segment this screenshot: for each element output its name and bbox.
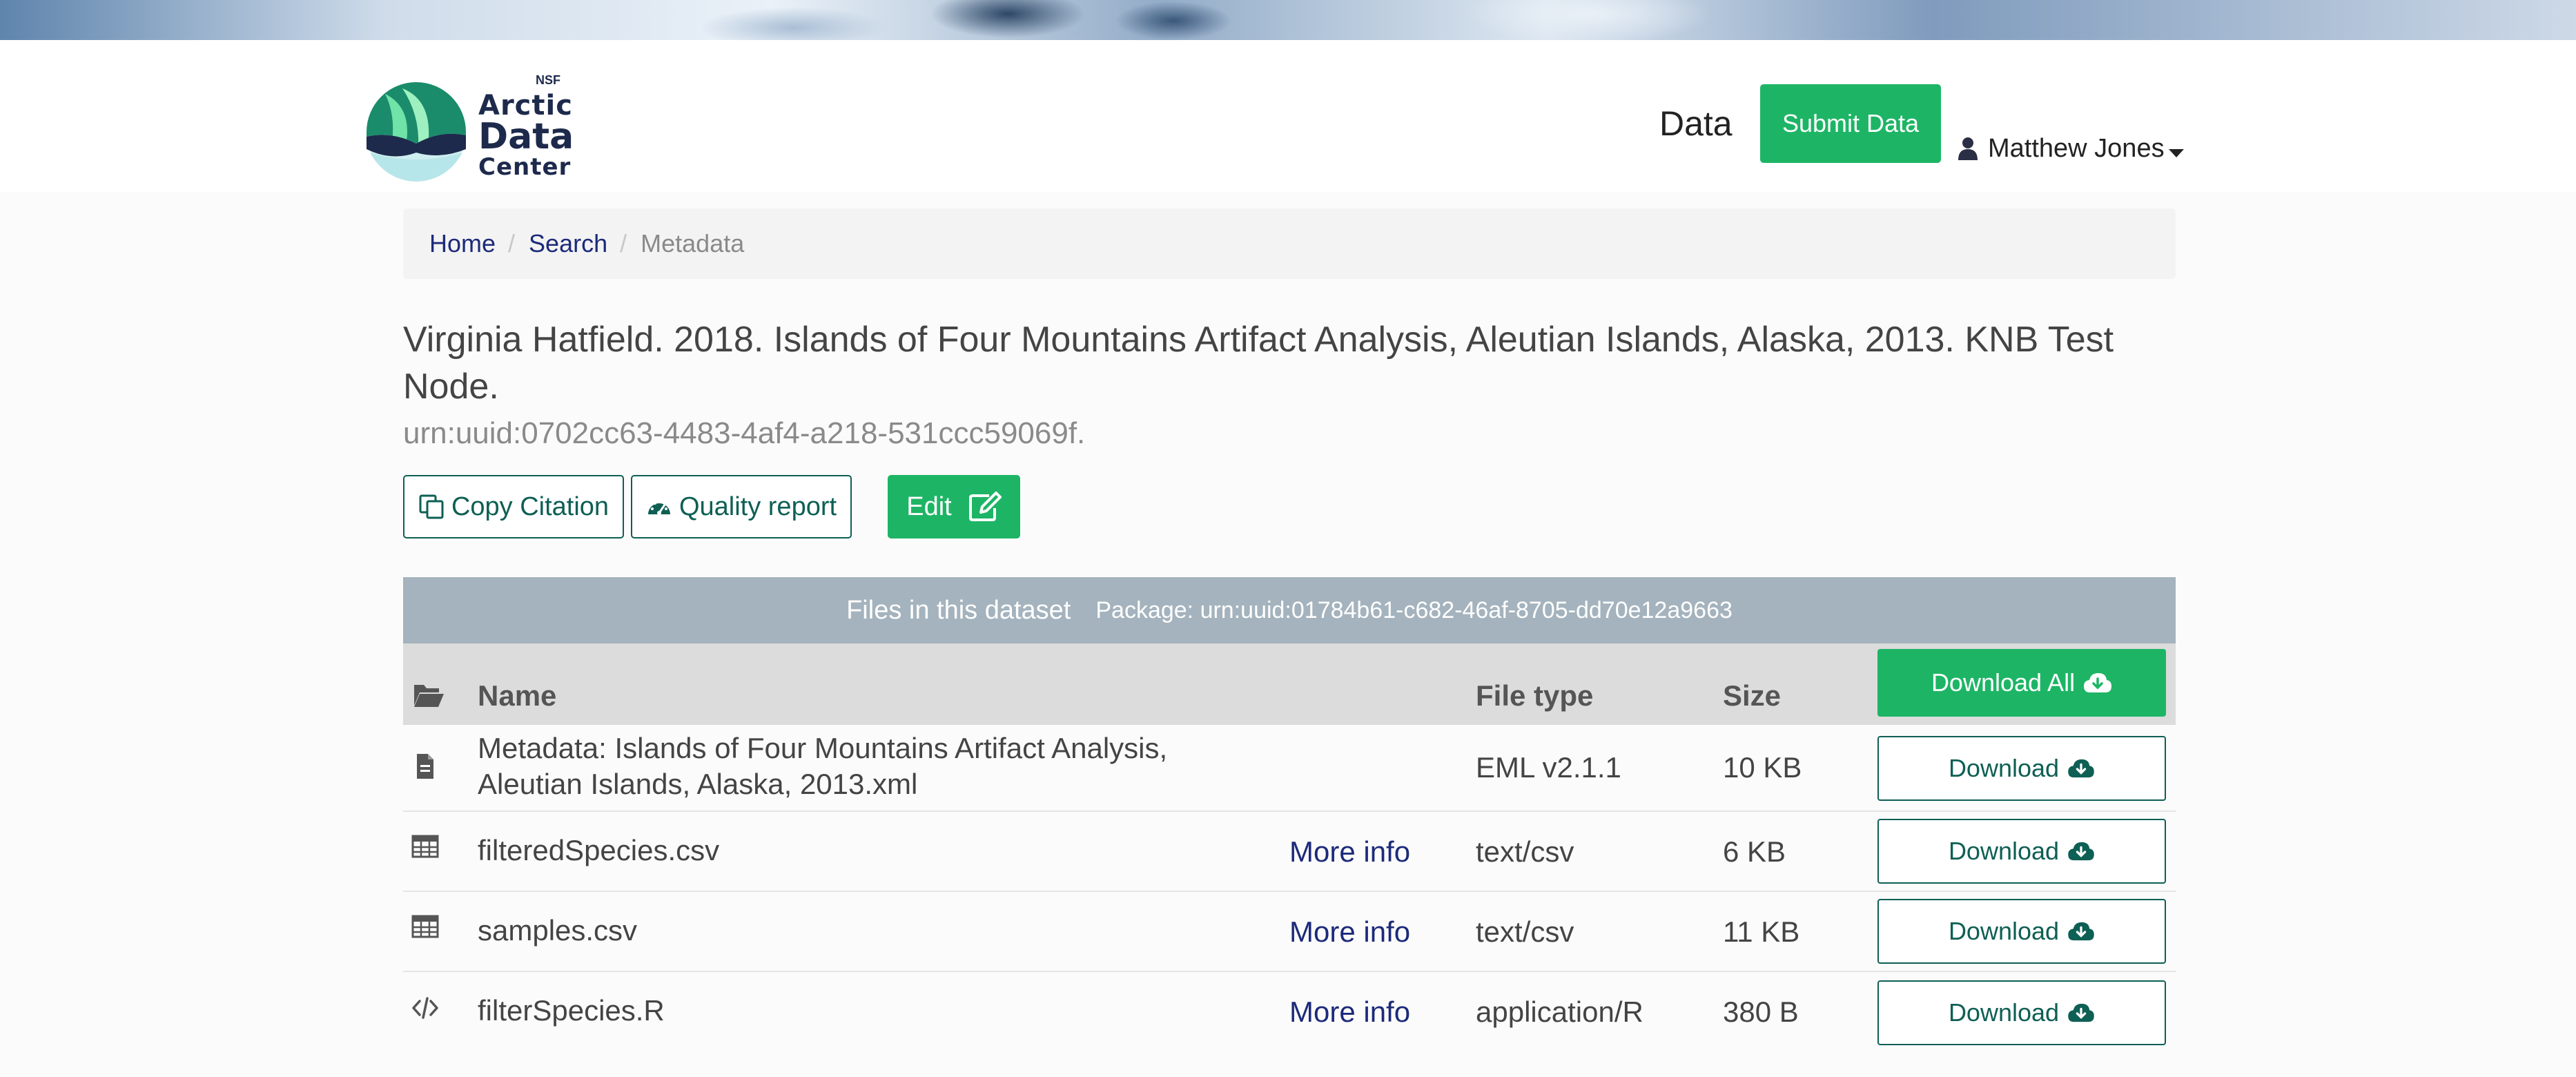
table-row: Metadata: Islands of Four Mountains Arti… (403, 725, 2176, 812)
submit-data-button[interactable]: Submit Data (1760, 84, 1941, 163)
file-type: EML v2.1.1 (1476, 751, 1621, 784)
cloud-download-icon (2068, 922, 2094, 941)
file-name[interactable]: Metadata: Islands of Four Mountains Arti… (478, 730, 1237, 802)
breadcrumb-separator: / (508, 229, 516, 258)
file-name[interactable]: filteredSpecies.csv (478, 833, 719, 869)
user-menu[interactable]: Matthew Jones (1958, 131, 2184, 166)
cloud-download-icon (2084, 673, 2112, 692)
quality-report-label: Quality report (679, 492, 837, 521)
file-type: application/R (1476, 996, 1643, 1028)
table-row: filterSpecies.R More info application/R … (403, 972, 2176, 1054)
table-icon (411, 835, 439, 858)
file-type: text/csv (1476, 915, 1574, 948)
table-row: samples.csv More info text/csv 11 KB Dow… (403, 892, 2176, 972)
download-button[interactable]: Download (1877, 819, 2166, 884)
more-info-link[interactable]: More info (1289, 915, 1410, 949)
file-size: 11 KB (1723, 915, 1800, 948)
files-title: Files in this dataset (846, 595, 1071, 625)
download-label: Download (1948, 754, 2060, 782)
download-button[interactable]: Download (1877, 736, 2166, 801)
file-type: text/csv (1476, 835, 1574, 868)
files-table-header: Files in this dataset Package: urn:uuid:… (403, 577, 2176, 643)
more-info-link[interactable]: More info (1289, 996, 1410, 1029)
edit-button[interactable]: Edit (888, 475, 1020, 538)
file-size: 380 B (1723, 996, 1799, 1028)
copy-citation-button[interactable]: Copy Citation (403, 475, 624, 538)
cloud-download-icon (2068, 759, 2094, 778)
cloud-download-icon (2068, 1003, 2094, 1022)
file-size: 10 KB (1723, 751, 1802, 784)
copy-citation-label: Copy Citation (451, 492, 609, 521)
breadcrumb-home[interactable]: Home (429, 229, 496, 258)
download-all-button[interactable]: Download All (1877, 649, 2166, 717)
breadcrumb-search[interactable]: Search (529, 229, 607, 258)
dashboard-gauge-icon (647, 500, 670, 515)
edit-pencil-icon (968, 492, 1002, 521)
logo-mark-icon (367, 82, 466, 182)
download-label: Download (1948, 917, 2060, 945)
column-header-name: Name (478, 679, 557, 712)
logo-nsf-text: NSF (536, 73, 560, 87)
copy-icon (419, 494, 444, 519)
folder-open-icon (414, 685, 444, 707)
column-header-file-type: File type (1476, 679, 1594, 712)
package-identifier: Package: urn:uuid:01784b61-c682-46af-870… (1095, 596, 1733, 623)
citation-identifier: urn:uuid:0702cc63-4483-4af4-a218-531ccc5… (403, 416, 1086, 450)
quality-report-button[interactable]: Quality report (631, 475, 852, 538)
site-header: NSF Arctic Data Center Data Submit Data … (0, 40, 2576, 192)
edit-label: Edit (906, 492, 952, 521)
table-row: filteredSpecies.csv More info text/csv 6… (403, 812, 2176, 892)
nav-data-link[interactable]: Data (1659, 104, 1733, 144)
breadcrumb-current: Metadata (641, 229, 745, 258)
logo-center-text: Center (478, 153, 572, 181)
file-size: 6 KB (1723, 835, 1786, 868)
user-icon (1958, 137, 1978, 160)
citation-text: Virginia Hatfield. 2018. Islands of Four… (403, 320, 2114, 407)
arctic-data-center-logo[interactable]: NSF Arctic Data Center (364, 73, 574, 184)
breadcrumb-separator: / (620, 229, 627, 258)
download-button[interactable]: Download (1877, 899, 2166, 964)
more-info-link[interactable]: More info (1289, 835, 1410, 869)
column-header-size: Size (1723, 679, 1782, 712)
logo-data-text: Data (478, 116, 574, 157)
download-label: Download (1948, 998, 2060, 1027)
document-icon (417, 754, 433, 779)
download-all-label: Download All (1931, 668, 2076, 697)
code-icon (412, 997, 438, 1019)
file-name[interactable]: filterSpecies.R (478, 993, 665, 1029)
chevron-down-icon (2168, 149, 2184, 157)
download-button[interactable]: Download (1877, 980, 2166, 1045)
breadcrumb: Home / Search / Metadata (403, 208, 2176, 279)
files-column-header: Name File type Size Download All (403, 643, 2176, 725)
file-name[interactable]: samples.csv (478, 913, 637, 949)
user-name: Matthew Jones (1988, 133, 2165, 163)
citation-block: Virginia Hatfield. 2018. Islands of Four… (403, 316, 2198, 457)
table-icon (411, 915, 439, 938)
download-label: Download (1948, 837, 2060, 865)
cloud-download-icon (2068, 842, 2094, 861)
header-banner-image (0, 0, 2576, 40)
